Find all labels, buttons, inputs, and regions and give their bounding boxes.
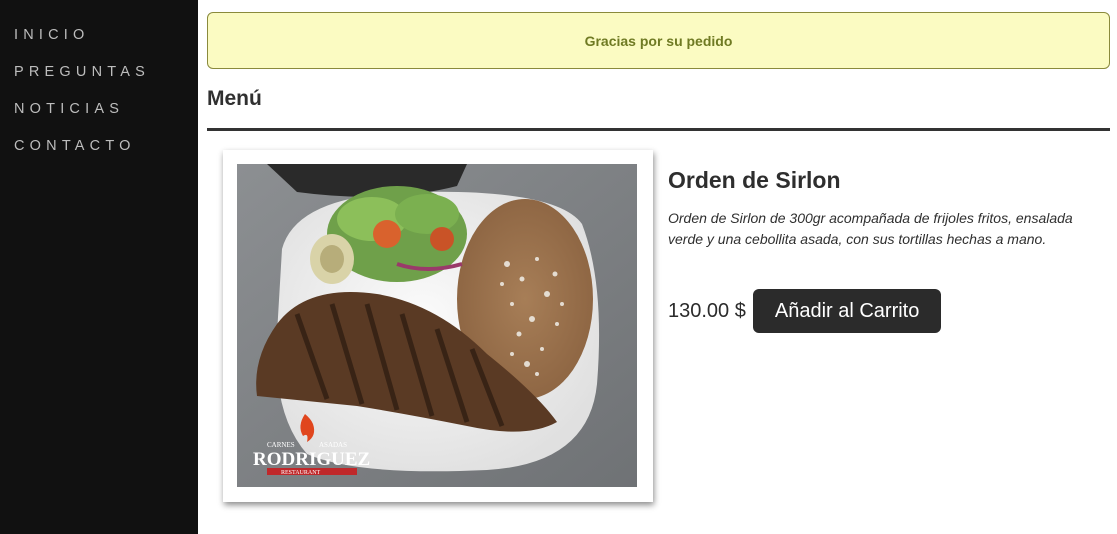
product-photo[interactable]: CARNES ASADAS RODRIGUEZ RESTAURANT xyxy=(237,164,637,487)
sidebar-item-contacto[interactable]: CONTACTO xyxy=(0,138,198,175)
alert-message: Gracias por su pedido xyxy=(584,32,733,49)
sidebar-item-preguntas[interactable]: PREGUNTAS xyxy=(0,64,198,101)
menu-divider xyxy=(207,128,1110,131)
svg-text:RODRIGUEZ: RODRIGUEZ xyxy=(253,449,370,470)
menu-title: Menú xyxy=(207,87,262,110)
svg-text:ASADAS: ASADAS xyxy=(319,441,347,449)
main-content: Gracias por su pedido Menú CARNES ASADAS… xyxy=(198,0,1117,534)
svg-text:RESTAURANT: RESTAURANT xyxy=(281,470,321,476)
add-to-cart-button[interactable]: Añadir al Carrito xyxy=(752,289,942,333)
sidebar-item-noticias[interactable]: NOTICIAS xyxy=(0,101,198,138)
photo-frame: CARNES ASADAS RODRIGUEZ RESTAURANT xyxy=(223,150,653,502)
order-confirmation-alert: Gracias por su pedido xyxy=(207,12,1110,69)
sidebar-nav: INICIO PREGUNTAS NOTICIAS CONTACTO xyxy=(0,0,198,534)
svg-text:CARNES: CARNES xyxy=(267,441,295,449)
sidebar-item-inicio[interactable]: INICIO xyxy=(0,27,198,64)
product-image-card: CARNES ASADAS RODRIGUEZ RESTAURANT xyxy=(223,150,653,502)
price-row: 130.00 $ Añadir al Carrito xyxy=(668,289,942,333)
steak-plate-image: CARNES ASADAS RODRIGUEZ RESTAURANT xyxy=(237,164,637,487)
product-price: 130.00 $ xyxy=(668,299,746,322)
product-description: Orden de Sirlon de 300gr acompañada de f… xyxy=(668,210,1073,247)
product-name: Orden de Sirlon xyxy=(668,167,841,193)
